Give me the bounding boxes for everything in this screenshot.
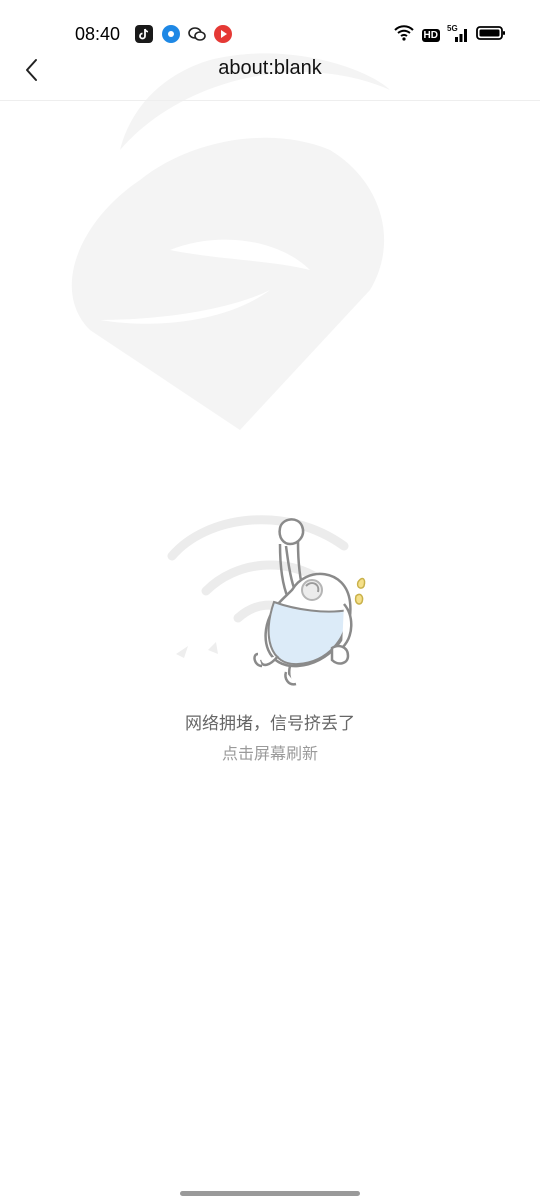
hd-icon: HD xyxy=(421,28,440,42)
browser-toolbar: about:blank xyxy=(0,44,540,101)
wifi-icon xyxy=(393,24,415,46)
tiktok-icon xyxy=(135,25,153,43)
5g-signal-icon: 5G xyxy=(447,24,469,44)
refresh-hint[interactable]: 点击屏幕刷新 xyxy=(0,740,540,764)
home-indicator[interactable] xyxy=(180,1191,360,1196)
error-message: 网络拥堵，信号挤丢了 xyxy=(185,714,355,734)
status-time: 08:40 xyxy=(75,24,121,44)
video-app-icon xyxy=(214,25,232,43)
status-icons: HD 5G xyxy=(393,24,506,46)
network-error-illustration xyxy=(167,515,366,686)
wechat-icon xyxy=(187,25,206,43)
location-icon xyxy=(162,25,180,43)
battery-icon xyxy=(476,25,506,45)
page-title: about:blank xyxy=(218,57,322,79)
